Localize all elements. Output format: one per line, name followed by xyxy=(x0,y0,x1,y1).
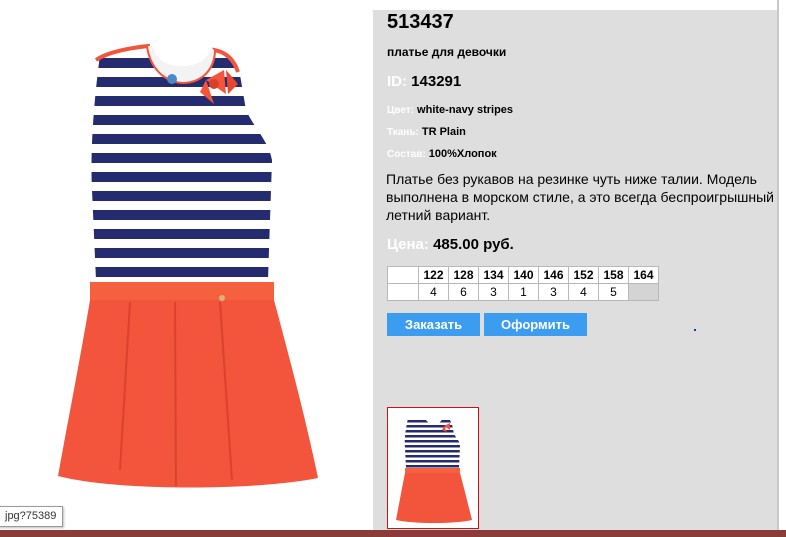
product-info-panel: 513437 платье для девочки ID: 143291 Цве… xyxy=(373,10,777,530)
decorative-dot xyxy=(694,329,696,331)
composition-label: Состав: xyxy=(387,149,426,160)
size-header: 146 xyxy=(538,266,569,284)
size-quantity[interactable]: 1 xyxy=(508,283,539,301)
dress-image xyxy=(58,43,318,488)
product-id: ID: 143291 xyxy=(387,73,461,90)
dress-thumbnail-icon xyxy=(396,415,472,523)
order-button[interactable]: Заказать xyxy=(387,313,480,336)
fabric-value: TR Plain xyxy=(421,126,466,138)
size-quantity[interactable]: 6 xyxy=(448,283,479,301)
size-header: 122 xyxy=(418,266,449,284)
size-quantity[interactable]: 4 xyxy=(568,283,599,301)
size-header: 128 xyxy=(448,266,479,284)
size-header: 134 xyxy=(478,266,509,284)
size-quantity-label xyxy=(387,283,419,301)
fabric-label: Ткань: xyxy=(387,127,419,138)
color-label: Цвет: xyxy=(387,105,414,116)
product-description: Платье без рукавов на резинке чуть ниже … xyxy=(386,171,774,223)
page-bottom-strip xyxy=(0,530,786,537)
color-value: white-navy stripes xyxy=(417,104,514,116)
size-quantity[interactable]: 3 xyxy=(538,283,569,301)
product-thumbnail[interactable] xyxy=(387,407,479,529)
image-filename-tooltip: jpg?75389 xyxy=(0,506,64,527)
size-table-corner xyxy=(387,266,419,284)
size-header: 152 xyxy=(568,266,599,284)
product-composition: Состав: 100%Хлопок xyxy=(387,148,497,160)
product-id-value: 143291 xyxy=(411,73,462,90)
size-quantity-unavailable xyxy=(628,283,659,301)
size-quantity-row: 4 6 3 1 3 4 5 xyxy=(387,283,659,301)
size-header: 140 xyxy=(508,266,539,284)
page-right-border xyxy=(777,0,779,537)
checkout-button[interactable]: Оформить xyxy=(484,313,587,336)
product-color: Цвет: white-navy stripes xyxy=(387,104,513,116)
product-page: jpg?75389 513437 платье для девочки ID: … xyxy=(0,0,786,537)
product-article-number: 513437 xyxy=(387,11,454,33)
product-subtitle: платье для девочки xyxy=(387,45,507,59)
composition-value: 100%Хлопок xyxy=(428,148,497,160)
price-value: 485.00 руб. xyxy=(433,236,514,253)
product-fabric: Ткань: TR Plain xyxy=(387,126,466,138)
product-price: Цена: 485.00 руб. xyxy=(387,236,514,253)
size-table: 122 128 134 140 146 152 158 164 4 6 3 1 … xyxy=(387,266,659,301)
size-quantity[interactable]: 4 xyxy=(418,283,449,301)
product-id-label: ID: xyxy=(387,73,407,90)
size-header: 158 xyxy=(598,266,629,284)
size-quantity[interactable]: 5 xyxy=(598,283,629,301)
size-header-row: 122 128 134 140 146 152 158 164 xyxy=(387,266,659,284)
main-product-image[interactable]: jpg?75389 xyxy=(0,0,373,530)
size-quantity[interactable]: 3 xyxy=(478,283,509,301)
size-header: 164 xyxy=(628,266,659,284)
price-label: Цена: xyxy=(387,236,429,253)
